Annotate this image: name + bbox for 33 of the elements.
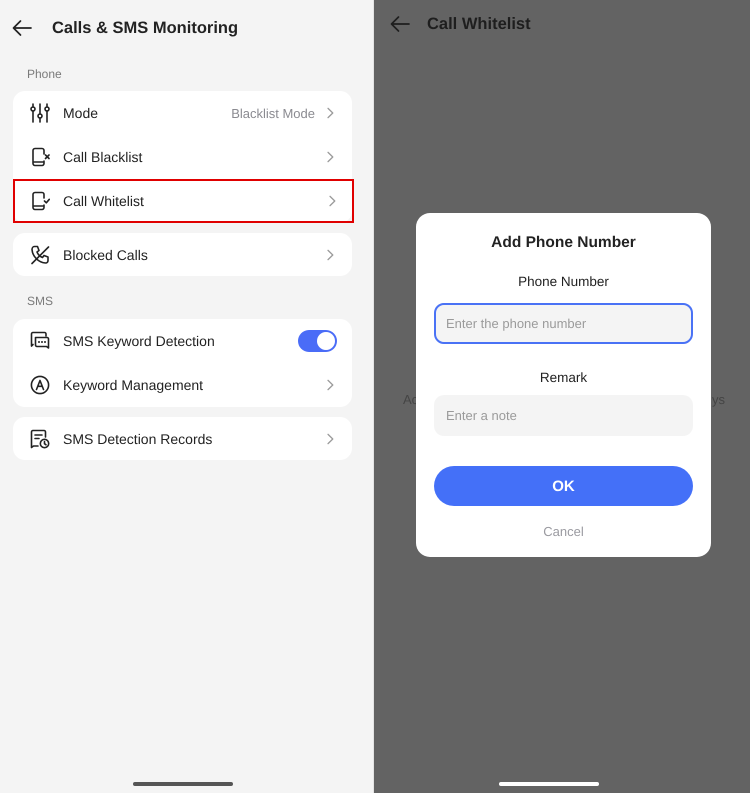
sliders-icon [30,103,50,123]
settings-row[interactable]: Call Blacklist [13,135,352,179]
section-label: Phone [26,66,63,82]
chat-bubbles-icon [30,331,50,351]
text-field[interactable]: Enter a note [434,395,693,436]
chevron-icon [329,195,336,207]
dialog-title: Add Phone Number [490,233,637,253]
section-label: SMS [26,293,54,309]
settings-row[interactable]: Blocked Calls [13,233,352,276]
settings-row[interactable]: Call Whitelist [13,179,354,223]
settings-row[interactable]: SMS Detection Records [13,417,352,460]
chevron-icon [327,248,334,260]
chevron-icon [327,151,334,163]
text-field[interactable]: Enter the phone number [434,303,693,344]
chevron-icon [327,432,334,444]
settings-row[interactable]: Keyword Management [13,363,352,407]
circle-a-icon [30,375,50,395]
settings-row[interactable]: SMS Keyword Detection [13,319,352,363]
field-label: Remark [538,369,588,387]
document-clock-icon [30,428,50,448]
phone-cross-icon [30,147,50,167]
chevron-icon [327,379,334,391]
ok-button[interactable]: OK [434,466,693,506]
handset-slash-icon [30,244,50,264]
screen-title: Calls & SMS Monitoring [52,18,238,38]
chevron-icon [327,107,334,119]
settings-row[interactable]: Mode Blacklist Mode [13,91,352,135]
field-label: Phone Number [517,273,610,291]
back-icon[interactable] [12,18,32,38]
phone-check-icon [30,191,50,211]
toggle-switch[interactable] [298,330,337,352]
screen-title: Call Whitelist [427,14,531,34]
current-value: Blacklist Mode [231,106,315,120]
